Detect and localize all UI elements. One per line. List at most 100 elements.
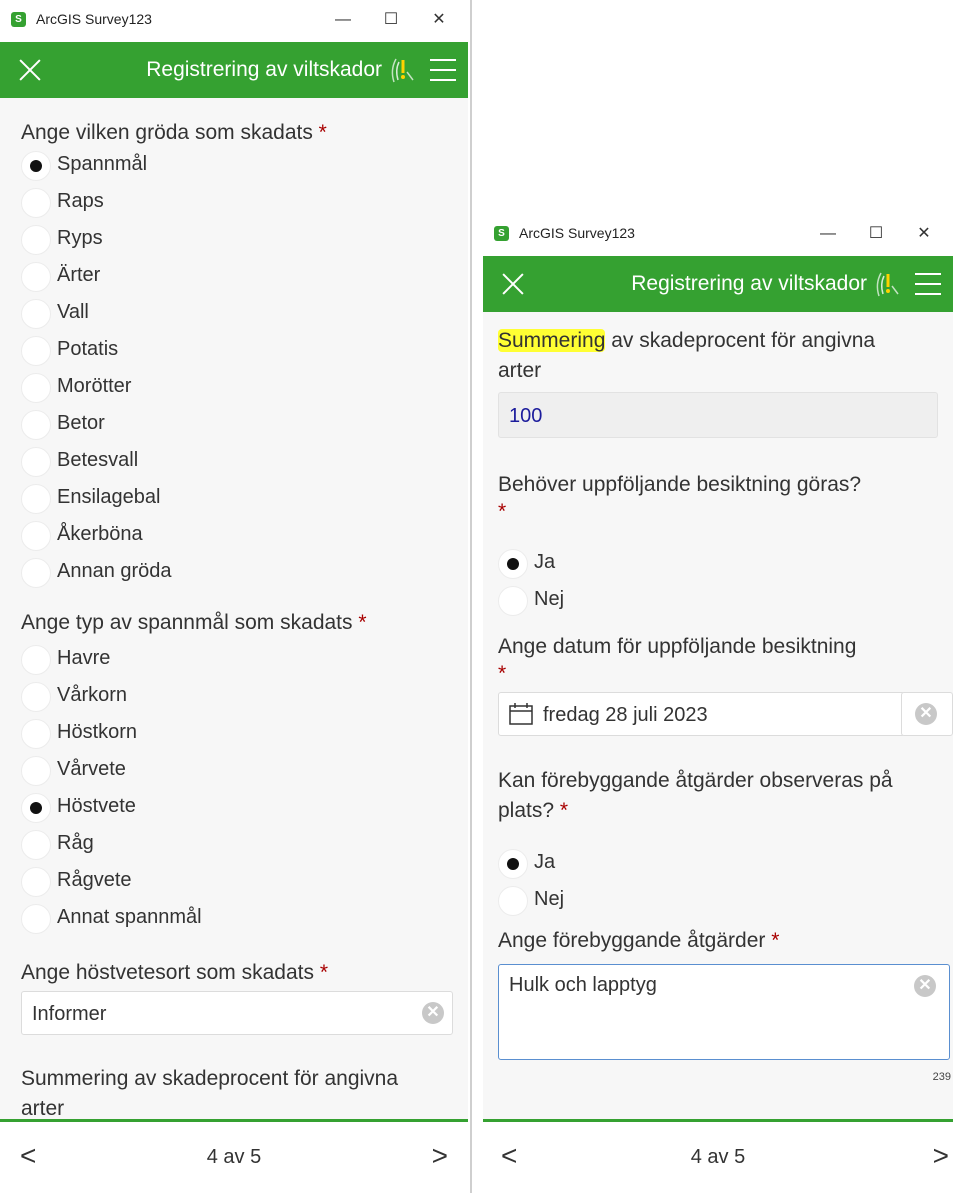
chevron-right-icon[interactable]: > xyxy=(933,1141,949,1171)
radio-label: Betor xyxy=(57,412,105,434)
page-indicator: 4 av 5 xyxy=(690,1146,746,1168)
survey-title: Registrering av viltskador xyxy=(146,58,382,81)
minimize-icon[interactable]: — xyxy=(813,222,843,246)
radio-label: Morötter xyxy=(57,375,132,397)
app-icon: S xyxy=(11,12,26,27)
date-input[interactable]: fredag 28 juli 2023 xyxy=(498,692,905,736)
window-title: ArcGIS Survey123 xyxy=(36,11,152,27)
radio-button[interactable] xyxy=(21,558,51,588)
variety-value: Informer xyxy=(32,1003,107,1025)
app-icon: S xyxy=(494,226,509,241)
radio-label: Ryps xyxy=(57,227,103,249)
radio-button[interactable] xyxy=(21,336,51,366)
survey-footer: < 4 av 5 > xyxy=(0,1119,468,1193)
calendar-icon xyxy=(509,703,533,725)
question-preventive: Ange förebyggande åtgärder * xyxy=(498,929,780,952)
radio-button[interactable] xyxy=(21,299,51,329)
radio-label: Raps xyxy=(57,190,104,212)
survey-title: Registrering av viltskador xyxy=(631,272,867,295)
close-survey-icon[interactable] xyxy=(14,54,46,86)
date-value: fredag 28 juli 2023 xyxy=(543,704,708,726)
radio-label: Ja xyxy=(534,551,556,573)
location-icon[interactable] xyxy=(873,270,901,298)
radio-button[interactable] xyxy=(498,886,528,916)
radio-label: Annat spannmål xyxy=(57,906,202,928)
radio-button[interactable] xyxy=(21,188,51,218)
highlighted-word: Summering xyxy=(498,329,606,352)
radio-button[interactable] xyxy=(21,682,51,712)
radio-button[interactable] xyxy=(498,549,528,579)
window-separator xyxy=(470,0,472,1193)
preventive-textarea[interactable]: Hulk och lapptyg ✕ xyxy=(498,964,950,1060)
window-title: ArcGIS Survey123 xyxy=(519,225,635,241)
close-icon[interactable]: ✕ xyxy=(909,222,939,246)
date-clear-button[interactable]: ✕ xyxy=(901,692,953,736)
char-counter: 239 xyxy=(932,1071,951,1083)
sum-value: 100 xyxy=(509,405,543,427)
radio-button[interactable] xyxy=(21,373,51,403)
radio-button[interactable] xyxy=(498,586,528,616)
close-icon[interactable]: ✕ xyxy=(424,8,454,32)
radio-label: Ja xyxy=(534,851,556,873)
survey-header: Registrering av viltskador xyxy=(0,42,468,98)
radio-button[interactable] xyxy=(21,151,51,181)
radio-button[interactable] xyxy=(21,484,51,514)
maximize-icon[interactable]: ☐ xyxy=(861,222,891,246)
preventive-value: Hulk och lapptyg xyxy=(509,974,657,996)
question-sum: Summering av skadeprocent för angivna ar… xyxy=(498,329,876,382)
radio-label: Höstvete xyxy=(57,795,136,817)
close-survey-icon[interactable] xyxy=(497,268,529,300)
clear-icon[interactable]: ✕ xyxy=(914,975,936,997)
maximize-icon[interactable]: ☐ xyxy=(376,8,406,32)
title-bar: S ArcGIS Survey123 — ☐ ✕ xyxy=(0,0,468,42)
question-date: Ange datum för uppföljande besiktning * xyxy=(498,635,857,685)
radio-label: Rågvete xyxy=(57,869,132,891)
sum-field: 100 xyxy=(498,392,938,438)
radio-button[interactable] xyxy=(21,262,51,292)
question-variety: Ange höstvetesort som skadats * xyxy=(21,961,329,984)
survey-content: Ange vilken gröda som skadats * Spannmål… xyxy=(0,98,468,1119)
radio-label: Betesvall xyxy=(57,449,139,471)
title-bar: S ArcGIS Survey123 — ☐ ✕ xyxy=(483,214,953,256)
menu-icon[interactable] xyxy=(915,270,941,298)
location-icon[interactable] xyxy=(388,56,416,84)
radio-label: Spannmål xyxy=(57,153,148,175)
page-indicator: 4 av 5 xyxy=(206,1146,262,1168)
radio-button[interactable] xyxy=(21,645,51,675)
variety-input[interactable]: Informer ✕ xyxy=(21,991,453,1035)
radio-button[interactable] xyxy=(21,447,51,477)
radio-button[interactable] xyxy=(498,849,528,879)
question-crop: Ange vilken gröda som skadats * xyxy=(21,121,327,144)
radio-label: Nej xyxy=(534,588,565,610)
question-preventive-observed: Kan förebyggande åtgärder observeras på … xyxy=(498,769,893,822)
radio-button[interactable] xyxy=(21,793,51,823)
clear-icon[interactable]: ✕ xyxy=(915,703,937,725)
radio-button[interactable] xyxy=(21,867,51,897)
radio-button[interactable] xyxy=(21,225,51,255)
survey-header: Registrering av viltskador xyxy=(483,256,953,312)
clear-icon[interactable]: ✕ xyxy=(422,1002,444,1024)
radio-button[interactable] xyxy=(21,756,51,786)
survey-footer: < 4 av 5 > xyxy=(483,1119,953,1193)
question-followup: Behöver uppföljande besiktning göras? * xyxy=(498,473,862,523)
radio-label: Annan gröda xyxy=(57,560,172,582)
radio-label: Ensilagebal xyxy=(57,486,161,508)
minimize-icon[interactable]: — xyxy=(328,8,358,32)
radio-label: Vall xyxy=(57,301,89,323)
radio-label: Råg xyxy=(57,832,94,854)
radio-button[interactable] xyxy=(21,719,51,749)
question-grain: Ange typ av spannmål som skadats * xyxy=(21,611,367,634)
radio-label: Vårkorn xyxy=(57,684,128,706)
menu-icon[interactable] xyxy=(430,56,456,84)
radio-label: Havre xyxy=(57,647,111,669)
radio-button[interactable] xyxy=(21,904,51,934)
radio-label: Nej xyxy=(534,888,565,910)
survey-window-right: S ArcGIS Survey123 — ☐ ✕ Registrering av… xyxy=(483,214,953,1193)
radio-label: Potatis xyxy=(57,338,119,360)
question-sum: Summering av skadeprocent för angivna ar… xyxy=(21,1067,399,1119)
radio-button[interactable] xyxy=(21,830,51,860)
footer-divider xyxy=(0,1119,468,1122)
radio-button[interactable] xyxy=(21,521,51,551)
radio-button[interactable] xyxy=(21,410,51,440)
chevron-right-icon[interactable]: > xyxy=(432,1141,448,1171)
